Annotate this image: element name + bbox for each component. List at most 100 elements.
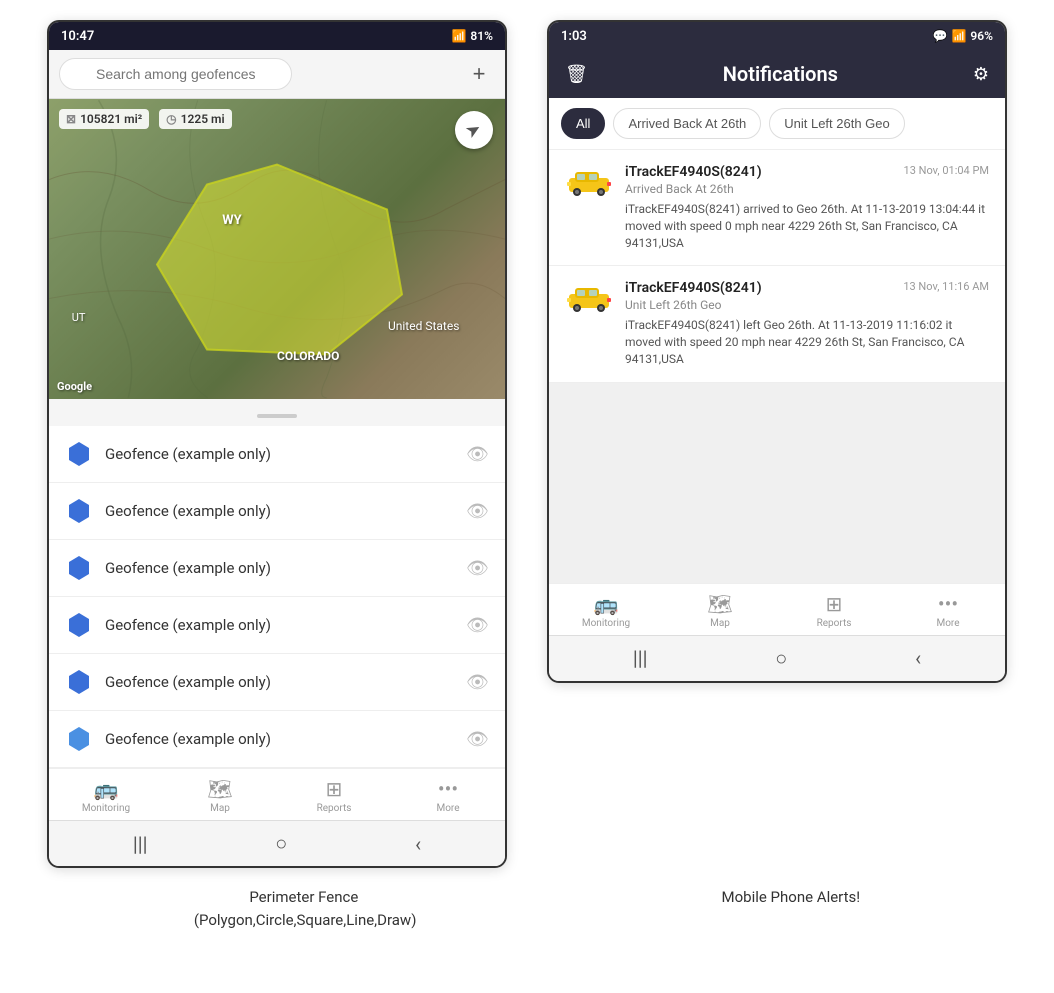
android-menu-button[interactable]: |||: [633, 646, 648, 670]
right-battery: 96%: [970, 29, 993, 43]
chat-icon: 💬: [933, 29, 948, 43]
geofence-icon: [65, 725, 93, 753]
event-type: Arrived Back At 26th: [625, 182, 989, 196]
nav-map-label: Map: [210, 803, 230, 814]
reports-icon: ⊞: [326, 777, 343, 801]
eye-off-icon[interactable]: 👁: [466, 672, 489, 693]
monitoring-icon: 🚌: [94, 777, 119, 801]
android-menu-button[interactable]: |||: [133, 832, 148, 856]
compass-button[interactable]: ➤: [455, 111, 493, 149]
left-status-bar: 10:47 📶 81%: [49, 22, 505, 50]
right-android-nav: ||| ○ ‹: [549, 635, 1005, 681]
map-stats: ⊠ 105821 mi² ◷ 1225 mi: [59, 109, 232, 129]
list-item[interactable]: Geofence (example only) 👁: [49, 426, 505, 483]
map-label-ut: UT: [72, 311, 86, 324]
android-home-button[interactable]: ○: [775, 646, 787, 671]
nav-more-label: More: [936, 618, 959, 629]
reports-icon: ⊞: [826, 592, 843, 616]
nav-reports-label: Reports: [317, 803, 352, 814]
nav-map[interactable]: 🗺 Map: [663, 584, 777, 635]
device-name: iTrackEF4940S(8241): [625, 164, 762, 180]
right-caption: Mobile Phone Alerts!: [722, 886, 861, 931]
nav-reports[interactable]: ⊞ Reports: [277, 769, 391, 820]
eye-off-icon[interactable]: 👁: [466, 444, 489, 465]
nav-reports[interactable]: ⊞ Reports: [777, 584, 891, 635]
geofence-name: Geofence (example only): [105, 730, 454, 748]
android-back-button[interactable]: ‹: [915, 646, 921, 670]
left-caption: Perimeter Fence(Polygon,Circle,Square,Li…: [194, 886, 414, 931]
compass-icon: ➤: [462, 117, 486, 143]
notification-time: 13 Nov, 11:16 AM: [903, 280, 989, 293]
scroll-indicator: [49, 399, 505, 426]
notification-content: iTrackEF4940S(8241) 13 Nov, 11:16 AM Uni…: [625, 280, 989, 367]
nav-reports-label: Reports: [817, 618, 852, 629]
geofence-name: Geofence (example only): [105, 559, 454, 577]
list-item[interactable]: Geofence (example only) 👁: [49, 654, 505, 711]
geofence-name: Geofence (example only): [105, 445, 454, 463]
map-icon: 🗺: [707, 592, 732, 616]
eye-off-icon[interactable]: 👁: [466, 729, 489, 750]
nav-map[interactable]: 🗺 Map: [163, 769, 277, 820]
more-icon: •••: [938, 592, 958, 616]
geofence-icon: [65, 668, 93, 696]
nav-monitoring[interactable]: 🚌 Monitoring: [49, 769, 163, 820]
nav-monitoring-label: Monitoring: [582, 618, 630, 629]
eye-off-icon[interactable]: 👁: [466, 558, 489, 579]
right-phone: 1:03 💬 📶 96% 🗑 Notifications ⚙ All Arriv…: [547, 20, 1007, 683]
captions-row: Perimeter Fence(Polygon,Circle,Square,Li…: [20, 886, 1034, 931]
android-home-button[interactable]: ○: [275, 831, 287, 856]
eye-off-icon[interactable]: 👁: [466, 615, 489, 636]
map-label-us: United States: [388, 319, 459, 333]
wifi-icon: 📶: [451, 29, 466, 43]
monitoring-icon: 🚌: [594, 592, 619, 616]
notifications-title: Notifications: [723, 62, 838, 86]
geofence-list: Geofence (example only) 👁 Geofence (exam…: [49, 426, 505, 768]
search-bar: 🔍 +: [49, 50, 505, 99]
nav-more[interactable]: ••• More: [891, 584, 1005, 635]
geofence-icon: [65, 611, 93, 639]
settings-button[interactable]: ⚙: [973, 64, 989, 85]
trash-button[interactable]: 🗑: [565, 64, 588, 85]
area-stat: ⊠ 105821 mi²: [59, 109, 149, 129]
geofence-icon: [65, 554, 93, 582]
right-status-icons: 💬 📶 96%: [933, 29, 993, 43]
car-icon: [565, 282, 613, 314]
nav-more[interactable]: ••• More: [391, 769, 505, 820]
more-icon: •••: [438, 777, 458, 801]
map-icon: 🗺: [207, 777, 232, 801]
list-item[interactable]: Geofence (example only) 👁: [49, 483, 505, 540]
android-back-button[interactable]: ‹: [415, 832, 421, 856]
list-item[interactable]: Geofence (example only) 👁: [49, 711, 505, 768]
nav-more-label: More: [436, 803, 459, 814]
bottom-nav: 🚌 Monitoring 🗺 Map ⊞ Reports ••• More: [49, 768, 505, 820]
geofence-polygon: [147, 155, 407, 365]
add-geofence-button[interactable]: +: [463, 58, 495, 90]
notification-item[interactable]: iTrackEF4940S(8241) 13 Nov, 11:16 AM Uni…: [549, 266, 1005, 382]
nav-monitoring-label: Monitoring: [82, 803, 130, 814]
right-status-bar: 1:03 💬 📶 96%: [549, 22, 1005, 50]
filter-tab-left[interactable]: Unit Left 26th Geo: [769, 108, 905, 139]
list-item[interactable]: Geofence (example only) 👁: [49, 597, 505, 654]
notification-body: iTrackEF4940S(8241) left Geo 26th. At 11…: [625, 317, 989, 367]
right-time: 1:03: [561, 29, 587, 44]
eye-off-icon[interactable]: 👁: [466, 501, 489, 522]
nav-monitoring[interactable]: 🚌 Monitoring: [549, 584, 663, 635]
filter-tab-all[interactable]: All: [561, 108, 605, 139]
car-icon: [565, 166, 613, 198]
filter-tabs: All Arrived Back At 26th Unit Left 26th …: [549, 98, 1005, 150]
left-time: 10:47: [61, 29, 94, 44]
geofence-name: Geofence (example only): [105, 673, 454, 691]
left-phone: 10:47 📶 81% 🔍 +: [47, 20, 507, 868]
search-input[interactable]: [59, 58, 292, 90]
list-item[interactable]: Geofence (example only) 👁: [49, 540, 505, 597]
map-label-wy: WY: [222, 213, 241, 228]
notif-item-header: iTrackEF4940S(8241) 13 Nov, 01:04 PM: [625, 164, 989, 180]
geofence-name: Geofence (example only): [105, 616, 454, 634]
filter-tab-arrived[interactable]: Arrived Back At 26th: [613, 108, 761, 139]
screens-container: 10:47 📶 81% 🔍 +: [47, 20, 1007, 868]
notif-item-header: iTrackEF4940S(8241) 13 Nov, 11:16 AM: [625, 280, 989, 296]
notification-body: iTrackEF4940S(8241) arrived to Geo 26th.…: [625, 201, 989, 251]
map-container: ⊠ 105821 mi² ◷ 1225 mi ➤ WY United State…: [49, 99, 505, 399]
event-type: Unit Left 26th Geo: [625, 298, 989, 312]
notification-item[interactable]: iTrackEF4940S(8241) 13 Nov, 01:04 PM Arr…: [549, 150, 1005, 266]
